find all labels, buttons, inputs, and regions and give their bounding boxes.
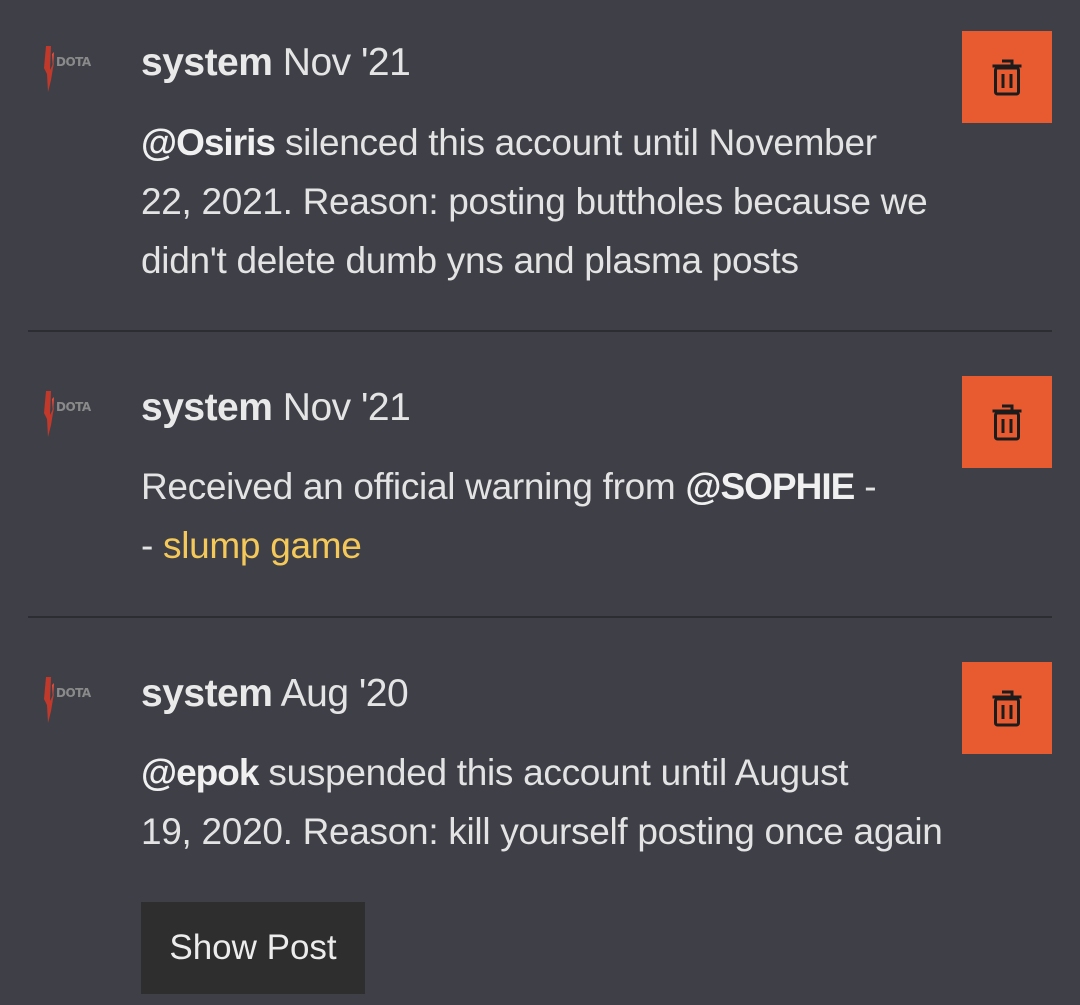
username[interactable]: system xyxy=(141,672,273,715)
post-meta: system Nov '21 xyxy=(141,40,411,86)
post-text: silenced this account until November xyxy=(274,122,877,163)
post-line: @epok suspended this account until Augus… xyxy=(141,743,943,802)
post-body: @epok suspended this account until Augus… xyxy=(141,743,943,861)
post-text: - xyxy=(854,466,877,507)
post-line: @Osiris silenced this account until Nove… xyxy=(141,113,927,172)
post-date[interactable]: Nov '21 xyxy=(283,41,411,84)
user-mention[interactable]: @Osiris xyxy=(141,122,276,163)
username[interactable]: system xyxy=(141,386,273,429)
trash-icon xyxy=(992,404,1022,441)
post-text: Received an official warning from xyxy=(141,466,686,507)
post-text: suspended this account until August xyxy=(258,752,849,793)
post-text: - xyxy=(141,525,164,566)
delete-button[interactable] xyxy=(962,662,1052,754)
svg-text:DOTA: DOTA xyxy=(56,686,92,700)
post-date[interactable]: Nov '21 xyxy=(283,386,411,429)
post-meta: system Nov '21 xyxy=(141,385,411,431)
post-line: 22, 2021. Reason: posting buttholes beca… xyxy=(141,181,928,222)
post-line: Received an official warning from @SOPHI… xyxy=(141,457,877,516)
post-divider xyxy=(28,330,1052,332)
svg-text:DOTA: DOTA xyxy=(56,55,92,69)
user-mention[interactable]: @epok xyxy=(141,752,259,793)
dota-logo-avatar[interactable]: DOTA xyxy=(42,385,96,439)
post-meta: system Aug '20 xyxy=(141,671,409,717)
dota-logo-avatar[interactable]: DOTA xyxy=(42,671,96,725)
post-line: didn't delete dumb yns and plasma posts xyxy=(141,240,799,281)
post-date[interactable]: Aug '20 xyxy=(281,672,409,715)
post-body: Received an official warning from @SOPHI… xyxy=(141,457,877,575)
post-line: 19, 2020. Reason: kill yourself posting … xyxy=(141,811,943,852)
user-mention[interactable]: @SOPHIE xyxy=(685,466,855,507)
post-body: @Osiris silenced this account until Nove… xyxy=(141,113,928,290)
trash-icon xyxy=(992,59,1022,96)
post-divider xyxy=(28,616,1052,618)
username[interactable]: system xyxy=(141,41,273,84)
svg-text:DOTA: DOTA xyxy=(56,400,92,414)
delete-button[interactable] xyxy=(962,31,1052,123)
post-line: - slump game xyxy=(141,516,876,575)
post-link[interactable]: slump game xyxy=(163,525,362,566)
delete-button[interactable] xyxy=(962,376,1052,468)
post-feed: DOTA system Nov '21 @Osiris silenced thi… xyxy=(0,0,1080,1005)
show-post-button[interactable]: Show Post xyxy=(141,902,365,994)
trash-icon xyxy=(992,690,1022,727)
dota-logo-avatar[interactable]: DOTA xyxy=(42,40,96,94)
